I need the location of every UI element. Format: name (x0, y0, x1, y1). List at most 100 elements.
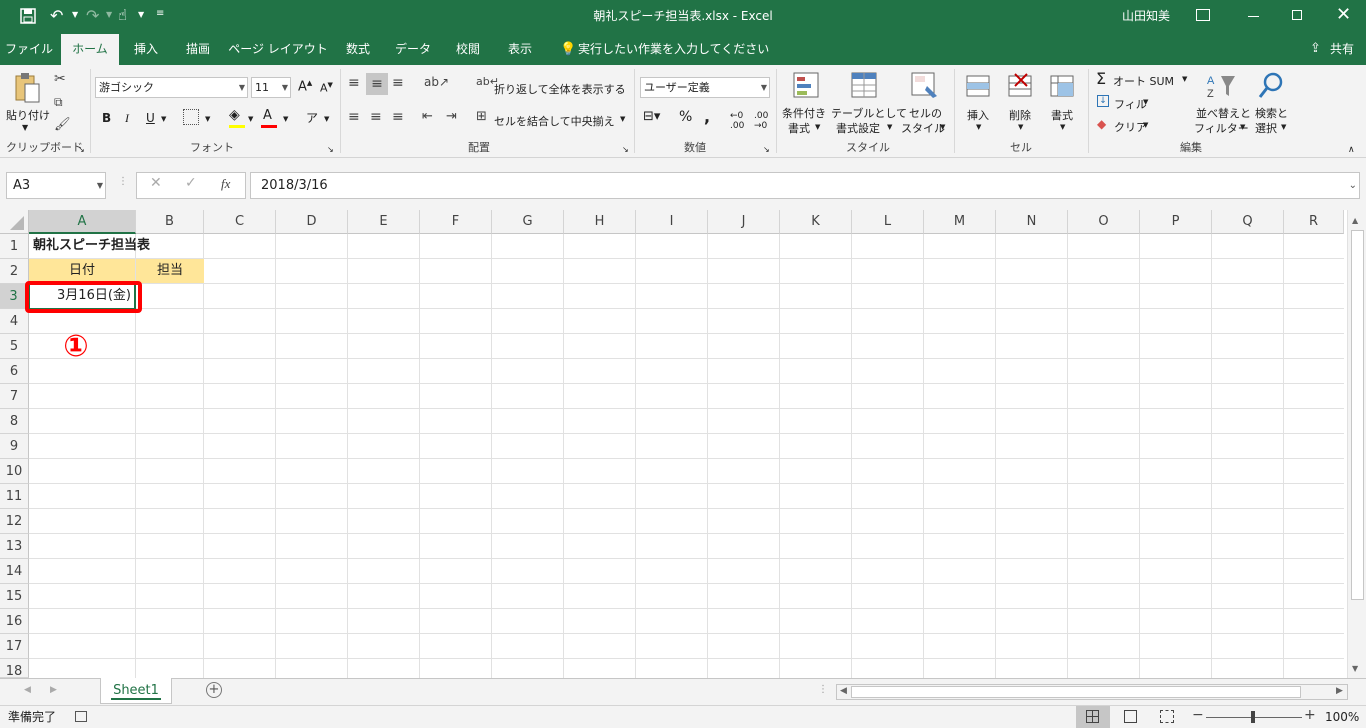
row-header-9[interactable]: 9 (0, 434, 29, 459)
column-header-d[interactable]: D (276, 210, 348, 234)
find-select-icon[interactable] (1256, 71, 1286, 101)
sort-filter-label1[interactable]: 並べ替えと (1196, 105, 1251, 121)
tab-draw[interactable]: 描画 (174, 34, 222, 65)
row-header-4[interactable]: 4 (0, 309, 29, 334)
select-all-button[interactable] (0, 210, 29, 234)
format-painter-icon[interactable]: 🖌 (54, 117, 71, 132)
fill-icon[interactable]: ↓ (1097, 95, 1109, 107)
align-middle-icon[interactable]: ≡ (366, 73, 388, 95)
restore-icon[interactable] (1292, 10, 1302, 20)
autosum-icon[interactable]: Σ (1096, 69, 1106, 88)
autosum-dropdown-icon[interactable]: ▼ (1182, 75, 1187, 83)
redo-dropdown-icon[interactable]: ▼ (106, 10, 112, 19)
sheet-next-icon[interactable]: ▶ (50, 685, 57, 695)
paste-dropdown-icon[interactable]: ▼ (22, 123, 28, 132)
zoom-in-icon[interactable]: + (1304, 707, 1316, 723)
comma-button[interactable]: , (704, 107, 710, 126)
paste-icon[interactable] (12, 71, 42, 105)
align-left-icon[interactable]: ≡ (348, 109, 360, 125)
align-center-icon[interactable]: ≡ (370, 109, 382, 125)
column-header-q[interactable]: Q (1212, 210, 1284, 234)
row-header-6[interactable]: 6 (0, 359, 29, 384)
fill-dropdown-icon[interactable]: ▼ (248, 115, 253, 123)
grow-font-icon[interactable]: A▲ (298, 79, 312, 94)
tab-split-icon[interactable]: ⋮ (818, 684, 828, 695)
wrap-text-button[interactable]: 折り返して全体を表示する (494, 81, 626, 97)
fill-dropdown-icon2[interactable]: ▼ (1143, 98, 1148, 106)
number-launcher-icon[interactable]: ↘ (763, 145, 770, 154)
font-name-combo[interactable]: 游ゴシック ▼ (95, 77, 248, 98)
row-header-17[interactable]: 17 (0, 634, 29, 659)
insert-cells-button[interactable]: 挿入 (967, 107, 989, 123)
row-header-2[interactable]: 2 (0, 259, 29, 284)
share-icon[interactable]: ⇪ (1310, 41, 1321, 56)
merge-center-icon[interactable]: ⊞ (476, 109, 487, 124)
percent-button[interactable]: % (679, 109, 692, 125)
column-header-a[interactable]: A (29, 210, 136, 234)
row-header-11[interactable]: 11 (0, 484, 29, 509)
row-header-15[interactable]: 15 (0, 584, 29, 609)
decrease-decimal-icon[interactable]: .00 →0 (754, 111, 768, 131)
row-header-5[interactable]: 5 (0, 334, 29, 359)
format-table-dropdown-icon[interactable]: ▼ (887, 123, 892, 131)
find-select-label1[interactable]: 検索と (1255, 105, 1288, 121)
copy-icon[interactable]: ⧉ (54, 95, 63, 110)
paste-button[interactable]: 貼り付け (6, 107, 50, 123)
cell-styles-dropdown-icon[interactable]: ▼ (940, 123, 945, 131)
conditional-format-label1[interactable]: 条件付き (782, 105, 826, 121)
cut-icon[interactable]: ✂ (54, 71, 66, 87)
align-bottom-icon[interactable]: ≡ (392, 75, 404, 91)
clear-icon[interactable]: ◆ (1097, 117, 1106, 131)
confirm-entry-icon[interactable]: ✓ (185, 175, 197, 191)
scroll-right-icon[interactable]: ▶ (1336, 686, 1343, 696)
tab-insert[interactable]: 挿入 (122, 34, 170, 65)
format-cells-dropdown-icon[interactable]: ▼ (1060, 123, 1065, 131)
formula-input[interactable]: 2018/3/16 ⌄ (250, 172, 1360, 199)
column-header-k[interactable]: K (780, 210, 852, 234)
cell-a1[interactable]: 朝礼スピーチ担当表 (33, 234, 150, 259)
merge-dropdown-icon[interactable]: ▼ (620, 115, 625, 123)
save-icon[interactable] (20, 8, 36, 24)
row-header-10[interactable]: 10 (0, 459, 29, 484)
horizontal-scrollbar[interactable]: ◀ ▶ (836, 684, 1348, 700)
column-header-f[interactable]: F (420, 210, 492, 234)
cell-styles-icon[interactable] (910, 71, 940, 101)
user-name[interactable]: 山田知美 (1122, 0, 1170, 32)
expand-formula-icon[interactable]: ⌄ (1349, 173, 1357, 198)
align-right-icon[interactable]: ≡ (392, 109, 404, 125)
worksheet-grid[interactable]: A B C D E F G H I J K L M N O P Q R 1 2 … (0, 210, 1366, 679)
insert-cells-icon[interactable] (964, 71, 994, 101)
touch-mode-icon[interactable]: ☝ (118, 6, 127, 24)
bold-button[interactable]: B (102, 111, 111, 125)
scroll-down-icon[interactable]: ▼ (1352, 664, 1358, 673)
horizontal-scroll-thumb[interactable] (851, 686, 1301, 698)
tell-me-search[interactable]: 実行したい作業を入力してください (578, 34, 769, 65)
tab-review[interactable]: 校閲 (446, 34, 490, 65)
format-table-label1[interactable]: テーブルとして (831, 105, 907, 121)
scroll-up-icon[interactable]: ▲ (1352, 216, 1358, 225)
accounting-format-icon[interactable]: ⊟▾ (643, 109, 660, 124)
add-sheet-button[interactable]: + (206, 682, 222, 698)
increase-decimal-icon[interactable]: ←0.00 (730, 111, 744, 131)
ribbon-display-icon[interactable] (1196, 9, 1210, 21)
fill-button[interactable]: フィル (1114, 96, 1147, 112)
column-header-h[interactable]: H (564, 210, 636, 234)
autosum-button[interactable]: オート SUM (1113, 73, 1174, 89)
decrease-indent-icon[interactable]: ⇤ (422, 109, 433, 124)
column-header-o[interactable]: O (1068, 210, 1140, 234)
borders-dropdown-icon[interactable]: ▼ (205, 115, 210, 123)
sheet-prev-icon[interactable]: ◀ (24, 685, 31, 695)
delete-cells-icon[interactable] (1006, 71, 1036, 101)
column-header-i[interactable]: I (636, 210, 708, 234)
page-layout-view-icon[interactable] (1124, 710, 1137, 723)
phonetic-dropdown-icon[interactable]: ▼ (324, 115, 329, 123)
alignment-launcher-icon[interactable]: ↘ (622, 145, 629, 154)
cell-a2[interactable]: 日付 (29, 259, 136, 283)
delete-cells-dropdown-icon[interactable]: ▼ (1018, 123, 1023, 131)
font-color-dropdown-icon[interactable]: ▼ (283, 115, 288, 123)
phonetic-icon[interactable]: ア (306, 109, 318, 126)
vertical-scroll-thumb[interactable] (1351, 230, 1364, 600)
vertical-scrollbar[interactable]: ▲ ▼ (1347, 210, 1366, 678)
page-break-view-icon[interactable] (1160, 710, 1174, 723)
find-select-dropdown-icon[interactable]: ▼ (1281, 123, 1286, 131)
